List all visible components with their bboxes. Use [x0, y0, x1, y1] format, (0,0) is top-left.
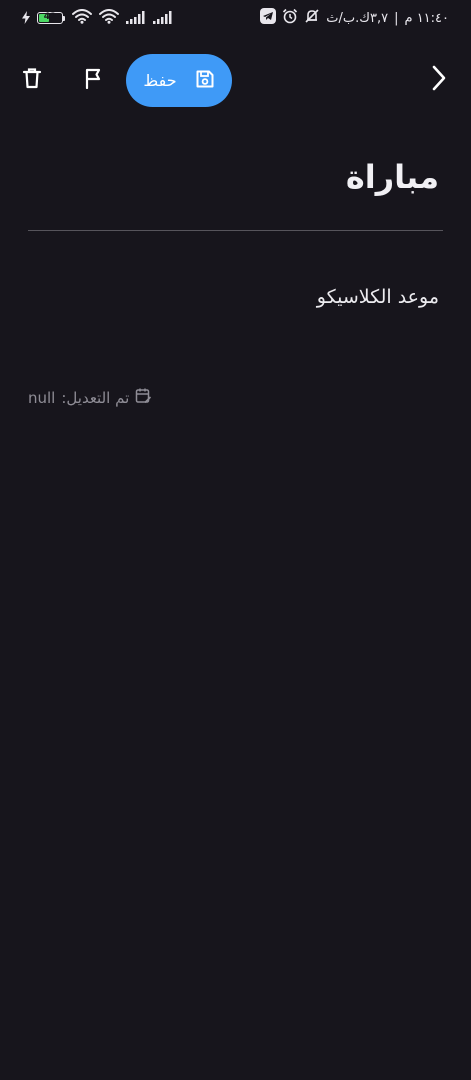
signal-icon — [126, 9, 146, 28]
status-bar-right: ١١:٤٠ م | ٣,٧ك.ب/ث — [260, 8, 450, 28]
modified-info: null تم التعديل: — [28, 387, 152, 408]
battery-level: 42 — [43, 12, 57, 22]
save-icon — [195, 69, 215, 93]
charging-icon — [22, 9, 30, 28]
save-label: حفظ — [143, 71, 177, 90]
title-divider — [28, 230, 443, 231]
modified-value: null — [28, 388, 56, 407]
mute-icon — [304, 8, 320, 28]
separator: | — [394, 10, 399, 26]
network-speed: ٣,٧ك.ب/ث — [326, 10, 389, 26]
telegram-icon — [260, 8, 277, 28]
back-button[interactable] — [421, 62, 457, 98]
modified-label: تم التعديل: — [61, 388, 130, 407]
flag-icon — [84, 67, 104, 93]
note-body[interactable]: موعد الكلاسيكو — [317, 286, 439, 308]
flag-button[interactable] — [76, 62, 112, 98]
back-icon — [431, 65, 447, 95]
delete-button[interactable] — [14, 62, 50, 98]
delete-icon — [22, 67, 42, 93]
wifi-icon — [72, 8, 92, 28]
status-bar-left: 42 — [22, 8, 173, 28]
wifi-icon — [99, 8, 119, 28]
status-bar: 42 ١١:٤٠ م | ٣,٧ك.ب/ث — [0, 0, 471, 36]
toolbar: حفظ — [0, 52, 471, 108]
signal-icon — [153, 9, 173, 28]
clock: ١١:٤٠ م — [404, 10, 450, 26]
note-title[interactable]: مباراة — [346, 158, 439, 196]
save-button[interactable]: حفظ — [126, 54, 232, 107]
calendar-edit-icon — [135, 387, 152, 408]
battery-icon: 42 — [37, 12, 65, 24]
alarm-icon — [282, 8, 298, 28]
